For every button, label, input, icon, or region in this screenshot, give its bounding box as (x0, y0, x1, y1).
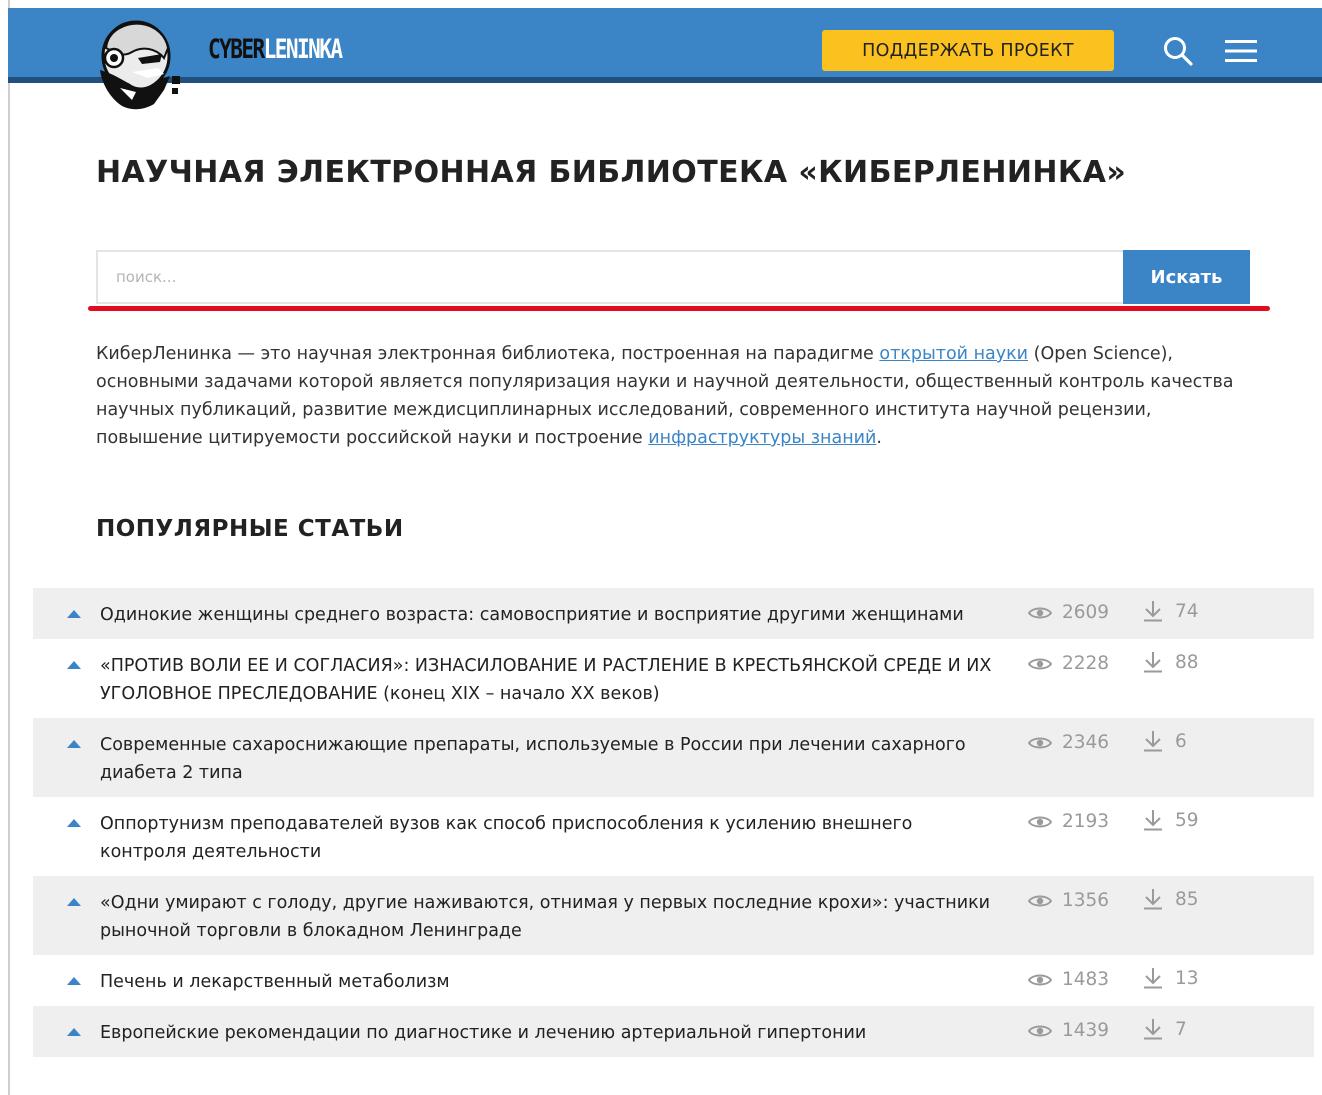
eye-icon (1028, 607, 1052, 618)
article-title[interactable]: «Одни умирают с голоду, другие наживаютс… (100, 889, 995, 945)
article-views: 1483 (1028, 969, 1109, 990)
article-downloads: 59 (1143, 809, 1199, 831)
views-count: 1483 (1062, 969, 1110, 990)
article-row[interactable]: Оппортунизм преподавателей вузов как спо… (33, 797, 1314, 876)
popular-articles-list: Одинокие женщины среднего возраста: само… (33, 588, 1314, 1057)
eye-icon (1028, 974, 1052, 985)
search-icon[interactable] (1160, 33, 1196, 69)
search-underline-divider (88, 306, 1270, 311)
article-title[interactable]: Оппортунизм преподавателей вузов как спо… (100, 810, 995, 866)
article-title[interactable]: Современные сахароснижающие препараты, и… (100, 731, 995, 787)
views-count: 1439 (1062, 1020, 1110, 1041)
intro-text-1: КиберЛенинка — это научная электронная б… (96, 344, 880, 364)
search-input[interactable] (96, 250, 1123, 304)
article-title[interactable]: «ПРОТИВ ВОЛИ ЕЕ И СОГЛАСИЯ»: ИЗНАСИЛОВАН… (100, 652, 995, 708)
hamburger-menu-icon[interactable] (1223, 33, 1259, 69)
download-icon (1144, 652, 1162, 673)
article-views: 2193 (1028, 811, 1109, 832)
downloads-count: 88 (1175, 651, 1199, 673)
article-downloads: 6 (1143, 730, 1187, 752)
expand-arrow-icon (67, 610, 81, 618)
article-row[interactable]: Одинокие женщины среднего возраста: само… (33, 588, 1314, 639)
views-count: 2228 (1062, 653, 1110, 674)
eye-icon (1028, 737, 1052, 748)
site-logo-text[interactable]: CYBERLENINKA (208, 34, 343, 65)
expand-arrow-icon (67, 740, 81, 748)
article-title[interactable]: Европейские рекомендации по диагностике … (100, 1019, 995, 1047)
expand-arrow-icon (67, 898, 81, 906)
views-count: 2193 (1062, 811, 1110, 832)
article-downloads: 85 (1143, 888, 1199, 910)
article-views: 2346 (1028, 732, 1109, 753)
views-count: 2609 (1062, 602, 1110, 623)
eye-icon (1028, 816, 1052, 827)
article-downloads: 74 (1143, 600, 1199, 622)
intro-paragraph: КиберЛенинка — это научная электронная б… (96, 340, 1246, 452)
expand-arrow-icon (67, 819, 81, 827)
download-icon (1144, 889, 1162, 910)
downloads-count: 7 (1175, 1018, 1187, 1040)
views-count: 2346 (1062, 732, 1110, 753)
logo-text-part2: LENINKA (263, 34, 343, 65)
article-downloads: 7 (1143, 1018, 1187, 1040)
article-views: 1439 (1028, 1020, 1109, 1041)
lenin-logo-icon[interactable] (92, 18, 184, 112)
article-title[interactable]: Одинокие женщины среднего возраста: само… (100, 601, 995, 629)
views-count: 1356 (1062, 890, 1110, 911)
downloads-count: 59 (1175, 809, 1199, 831)
download-icon (1144, 731, 1162, 752)
eye-icon (1028, 1025, 1052, 1036)
downloads-count: 13 (1175, 967, 1199, 989)
download-icon (1144, 601, 1162, 622)
popular-articles-heading: ПОПУЛЯРНЫЕ СТАТЬИ (96, 516, 404, 542)
eye-icon (1028, 658, 1052, 669)
download-icon (1144, 968, 1162, 989)
site-header: CYBERLENINKA ПОДДЕРЖАТЬ ПРОЕКТ (8, 8, 1322, 83)
article-views: 2609 (1028, 602, 1109, 623)
knowledge-infrastructure-link[interactable]: инфраструктуры знаний (648, 428, 876, 448)
article-downloads: 13 (1143, 967, 1199, 989)
support-project-button[interactable]: ПОДДЕРЖАТЬ ПРОЕКТ (822, 30, 1114, 71)
search-bar: Искать (96, 250, 1250, 304)
expand-arrow-icon (67, 661, 81, 669)
page-title: НАУЧНАЯ ЭЛЕКТРОННАЯ БИБЛИОТЕКА «КИБЕРЛЕН… (96, 155, 1127, 190)
article-row[interactable]: Современные сахароснижающие препараты, и… (33, 718, 1314, 797)
article-views: 2228 (1028, 653, 1109, 674)
download-icon (1144, 1019, 1162, 1040)
expand-arrow-icon (67, 1028, 81, 1036)
article-row[interactable]: Печень и лекарственный метаболизм 1483 1… (33, 955, 1314, 1006)
article-row[interactable]: «ПРОТИВ ВОЛИ ЕЕ И СОГЛАСИЯ»: ИЗНАСИЛОВАН… (33, 639, 1314, 718)
downloads-count: 85 (1175, 888, 1199, 910)
article-downloads: 88 (1143, 651, 1199, 673)
eye-icon (1028, 895, 1052, 906)
page-left-border (8, 0, 10, 1095)
search-submit-button[interactable]: Искать (1123, 250, 1250, 304)
intro-text-3: . (876, 428, 882, 448)
downloads-count: 74 (1175, 600, 1199, 622)
logo-text-part1: CYBER (208, 34, 265, 65)
download-icon (1144, 810, 1162, 831)
open-science-link[interactable]: открытой науки (879, 344, 1028, 364)
article-views: 1356 (1028, 890, 1109, 911)
article-row[interactable]: Европейские рекомендации по диагностике … (33, 1006, 1314, 1057)
expand-arrow-icon (67, 977, 81, 985)
article-title[interactable]: Печень и лекарственный метаболизм (100, 968, 995, 996)
article-row[interactable]: «Одни умирают с голоду, другие наживаютс… (33, 876, 1314, 955)
downloads-count: 6 (1175, 730, 1187, 752)
